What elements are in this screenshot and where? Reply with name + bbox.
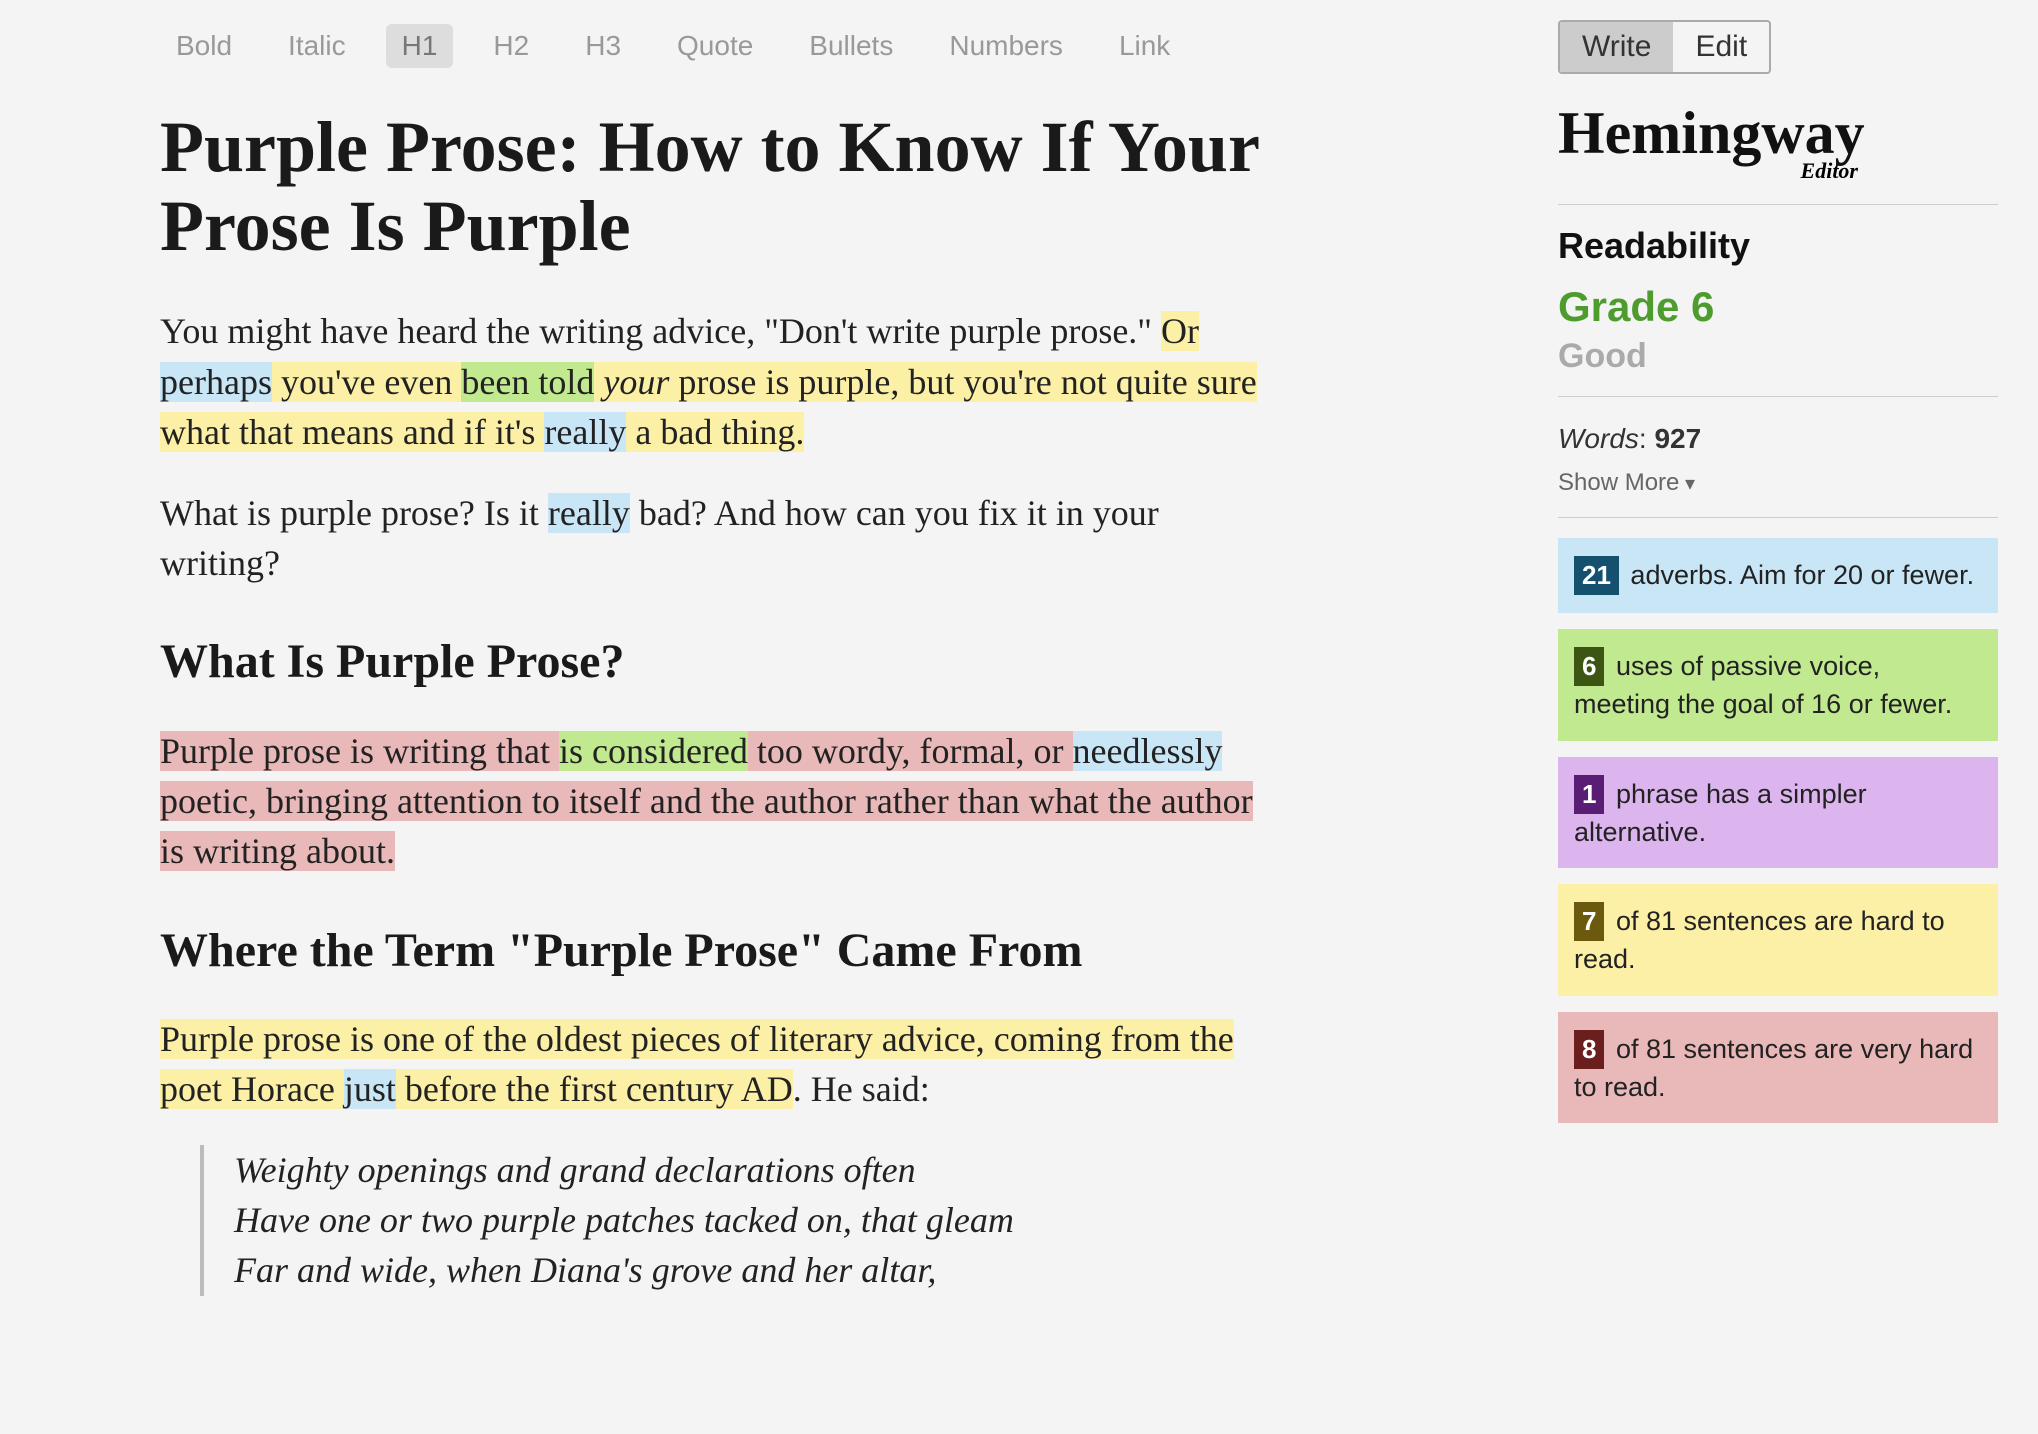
h2-button[interactable]: H2 [477, 24, 545, 68]
brand-name: Hemingway [1558, 106, 1998, 160]
adverb-highlight[interactable]: just [344, 1069, 396, 1109]
readability-grade: Grade 6 [1558, 283, 1998, 331]
hard-stat-card[interactable]: 7 of 81 sentences are hard to read. [1558, 884, 1998, 996]
adverb-highlight[interactable]: really [544, 412, 626, 452]
hard-text: of 81 sentences are hard to read. [1574, 906, 1945, 974]
very-hard-stat-card[interactable]: 8 of 81 sentences are very hard to read. [1558, 1012, 1998, 1124]
quote-line[interactable]: Weighty openings and grand declarations … [234, 1145, 1280, 1195]
very-hard-text: of 81 sentences are very hard to read. [1574, 1034, 1973, 1102]
h1-button[interactable]: H1 [386, 24, 454, 68]
quote-button[interactable]: Quote [661, 24, 769, 68]
passive-text: uses of passive voice, meeting the goal … [1574, 651, 1952, 719]
text[interactable]: a bad thing. [626, 412, 804, 452]
bullets-button[interactable]: Bullets [793, 24, 909, 68]
complex-stat-card[interactable]: 1 phrase has a simpler alternative. [1558, 757, 1998, 869]
very-hard-count: 8 [1574, 1030, 1604, 1069]
paragraph[interactable]: You might have heard the writing advice,… [160, 306, 1280, 457]
bold-button[interactable]: Bold [160, 24, 248, 68]
text[interactable]: Or [1161, 311, 1199, 351]
divider [1558, 517, 1998, 518]
readability-quality: Good [1558, 337, 1998, 376]
text[interactable]: . He said: [793, 1069, 930, 1109]
numbers-button[interactable]: Numbers [933, 24, 1079, 68]
adverb-highlight[interactable]: needlessly [1073, 731, 1223, 771]
hard-count: 7 [1574, 902, 1604, 941]
hard-sentence[interactable]: Purple prose is one of the oldest pieces… [160, 1019, 1234, 1109]
text[interactable]: You might have heard the writing advice,… [160, 311, 1161, 351]
complex-text: phrase has a simpler alternative. [1574, 779, 1867, 847]
word-count-value: 927 [1654, 423, 1701, 454]
adverb-stat-card[interactable]: 21 adverbs. Aim for 20 or fewer. [1558, 538, 1998, 613]
editor-pane: Bold Italic H1 H2 H3 Quote Bullets Numbe… [0, 0, 1548, 1434]
adverb-count: 21 [1574, 556, 1619, 595]
italic-button[interactable]: Italic [272, 24, 362, 68]
paragraph[interactable]: Purple prose is writing that is consider… [160, 726, 1280, 877]
mode-toggle: Write Edit [1558, 20, 1771, 74]
sidebar: Write Edit Hemingway Editor Readability … [1548, 0, 2038, 1434]
link-button[interactable]: Link [1103, 24, 1186, 68]
adverb-highlight[interactable]: really [548, 493, 630, 533]
edit-mode-button[interactable]: Edit [1673, 22, 1769, 72]
divider [1558, 204, 1998, 205]
formatting-toolbar: Bold Italic H1 H2 H3 Quote Bullets Numbe… [60, 0, 1488, 88]
show-more-toggle[interactable]: Show More [1558, 469, 1998, 497]
paragraph[interactable]: Purple prose is one of the oldest pieces… [160, 1014, 1280, 1115]
h3-button[interactable]: H3 [569, 24, 637, 68]
document-title[interactable]: Purple Prose: How to Know If Your Prose … [160, 108, 1280, 266]
heading-2[interactable]: Where the Term "Purple Prose" Came From [160, 917, 1280, 984]
text[interactable]: What is purple prose? Is it [160, 493, 548, 533]
quote-line[interactable]: Far and wide, when Diana's grove and her… [234, 1245, 1280, 1295]
adverb-highlight[interactable]: perhaps [160, 362, 272, 402]
quote-line[interactable]: Have one or two purple patches tacked on… [234, 1195, 1280, 1245]
text[interactable] [594, 362, 603, 402]
passive-count: 6 [1574, 647, 1604, 686]
passive-highlight[interactable]: is considered [559, 731, 748, 771]
brand-logo: Hemingway Editor [1558, 106, 1998, 184]
text[interactable]: too wordy, formal, or [748, 731, 1073, 771]
italic-text[interactable]: your [603, 362, 669, 402]
blockquote[interactable]: Weighty openings and grand declarations … [200, 1145, 1280, 1296]
document-content[interactable]: Purple Prose: How to Know If Your Prose … [60, 88, 1380, 1316]
word-count: Words: 927 [1558, 423, 1998, 455]
passive-stat-card[interactable]: 6 uses of passive voice, meeting the goa… [1558, 629, 1998, 741]
complex-count: 1 [1574, 775, 1604, 814]
word-count-label: Words [1558, 423, 1639, 454]
text[interactable]: Purple prose is writing that [160, 731, 559, 771]
divider [1558, 396, 1998, 397]
heading-2[interactable]: What Is Purple Prose? [160, 628, 1280, 695]
readability-title: Readability [1558, 225, 1998, 267]
passive-highlight[interactable]: been told [461, 362, 594, 402]
text[interactable]: before the first century AD [396, 1069, 793, 1109]
text[interactable]: you've even [272, 362, 461, 402]
write-mode-button[interactable]: Write [1560, 22, 1673, 72]
paragraph[interactable]: What is purple prose? Is it really bad? … [160, 488, 1280, 589]
very-hard-sentence[interactable]: Purple prose is writing that is consider… [160, 731, 1253, 872]
text[interactable]: poetic, bringing attention to itself and… [160, 781, 1253, 871]
adverb-text: adverbs. Aim for 20 or fewer. [1623, 560, 1974, 590]
